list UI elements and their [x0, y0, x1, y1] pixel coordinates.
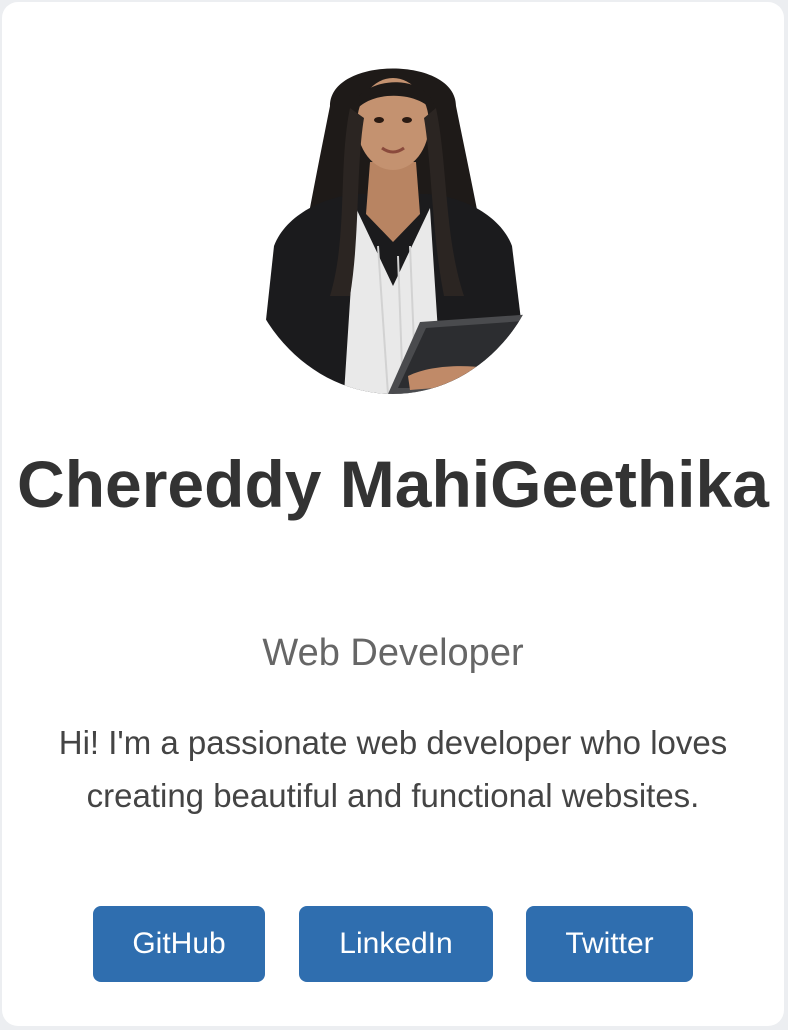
profile-card: Chereddy MahiGeethika Web Developer Hi! …: [2, 2, 784, 1026]
github-link-button[interactable]: GitHub: [93, 906, 265, 982]
linkedin-link-button[interactable]: LinkedIn: [299, 906, 493, 982]
twitter-link-button[interactable]: Twitter: [526, 906, 693, 982]
profile-title: Web Developer: [262, 632, 524, 674]
profile-bio: Hi! I'm a passionate web developer who l…: [58, 724, 728, 814]
profile-avatar: [238, 46, 548, 394]
profile-name: Chereddy MahiGeethika: [17, 447, 769, 521]
